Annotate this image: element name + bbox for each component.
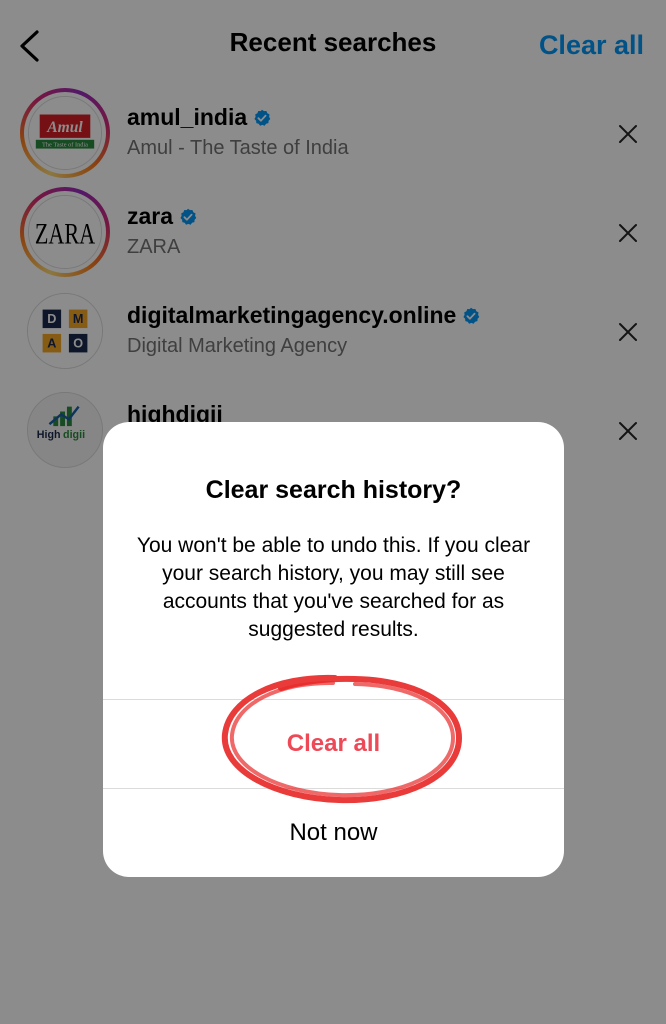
- confirm-clear-all-button[interactable]: Clear all: [103, 700, 564, 788]
- clear-history-dialog: Clear search history? You won't be able …: [103, 422, 564, 877]
- dialog-message: You won't be able to undo this. If you c…: [136, 534, 531, 641]
- not-now-button[interactable]: Not now: [103, 789, 564, 877]
- dialog-title: Clear search history?: [205, 476, 462, 504]
